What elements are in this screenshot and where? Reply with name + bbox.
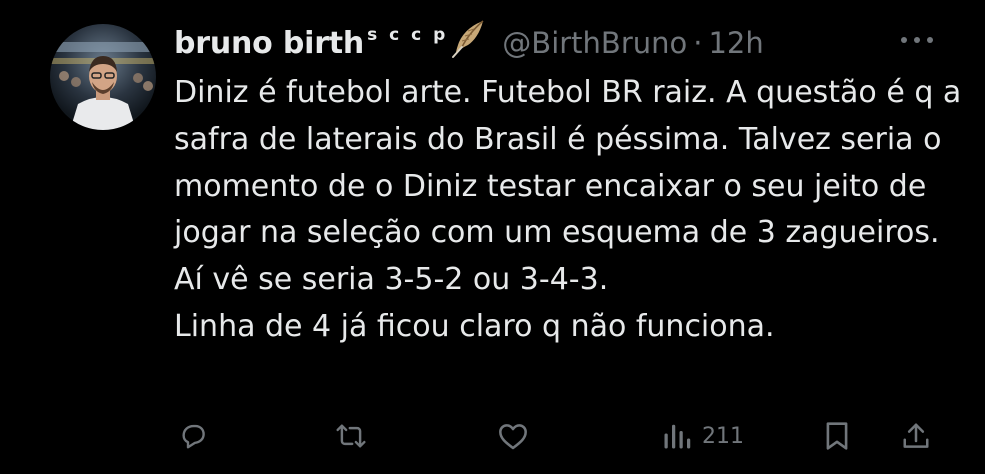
- avatar[interactable]: [50, 24, 156, 130]
- tweet-text: Diniz é futebol arte. Futebol BR raiz. A…: [174, 75, 962, 344]
- action-bar: 211: [0, 414, 985, 458]
- views-icon: [662, 422, 692, 450]
- views-count: 211: [702, 423, 744, 449]
- bookmark-button[interactable]: [824, 414, 850, 458]
- tweet-header: bruno birth s c c p @BirthBruno · 12h: [174, 20, 764, 66]
- tweet-card[interactable]: bruno birth s c c p @BirthBruno · 12h Di…: [0, 0, 985, 474]
- user-handle[interactable]: @BirthBruno: [502, 26, 687, 60]
- heart-icon: [497, 421, 529, 451]
- retweet-button[interactable]: [334, 414, 368, 458]
- display-name[interactable]: bruno birth: [174, 26, 364, 61]
- feather-icon: [450, 19, 486, 63]
- profile-photo: [50, 24, 156, 130]
- share-button[interactable]: [901, 414, 931, 458]
- share-icon: [901, 420, 931, 452]
- like-button[interactable]: [497, 414, 529, 458]
- retweet-icon: [334, 421, 368, 451]
- display-name-superscript: s c c p: [367, 25, 449, 45]
- views-button[interactable]: 211: [662, 414, 744, 458]
- more-icon[interactable]: [897, 28, 937, 52]
- separator-dot: ·: [693, 26, 703, 60]
- reply-button[interactable]: [178, 414, 208, 458]
- reply-icon: [178, 421, 208, 451]
- timestamp[interactable]: 12h: [708, 26, 763, 60]
- bookmark-icon: [824, 420, 850, 452]
